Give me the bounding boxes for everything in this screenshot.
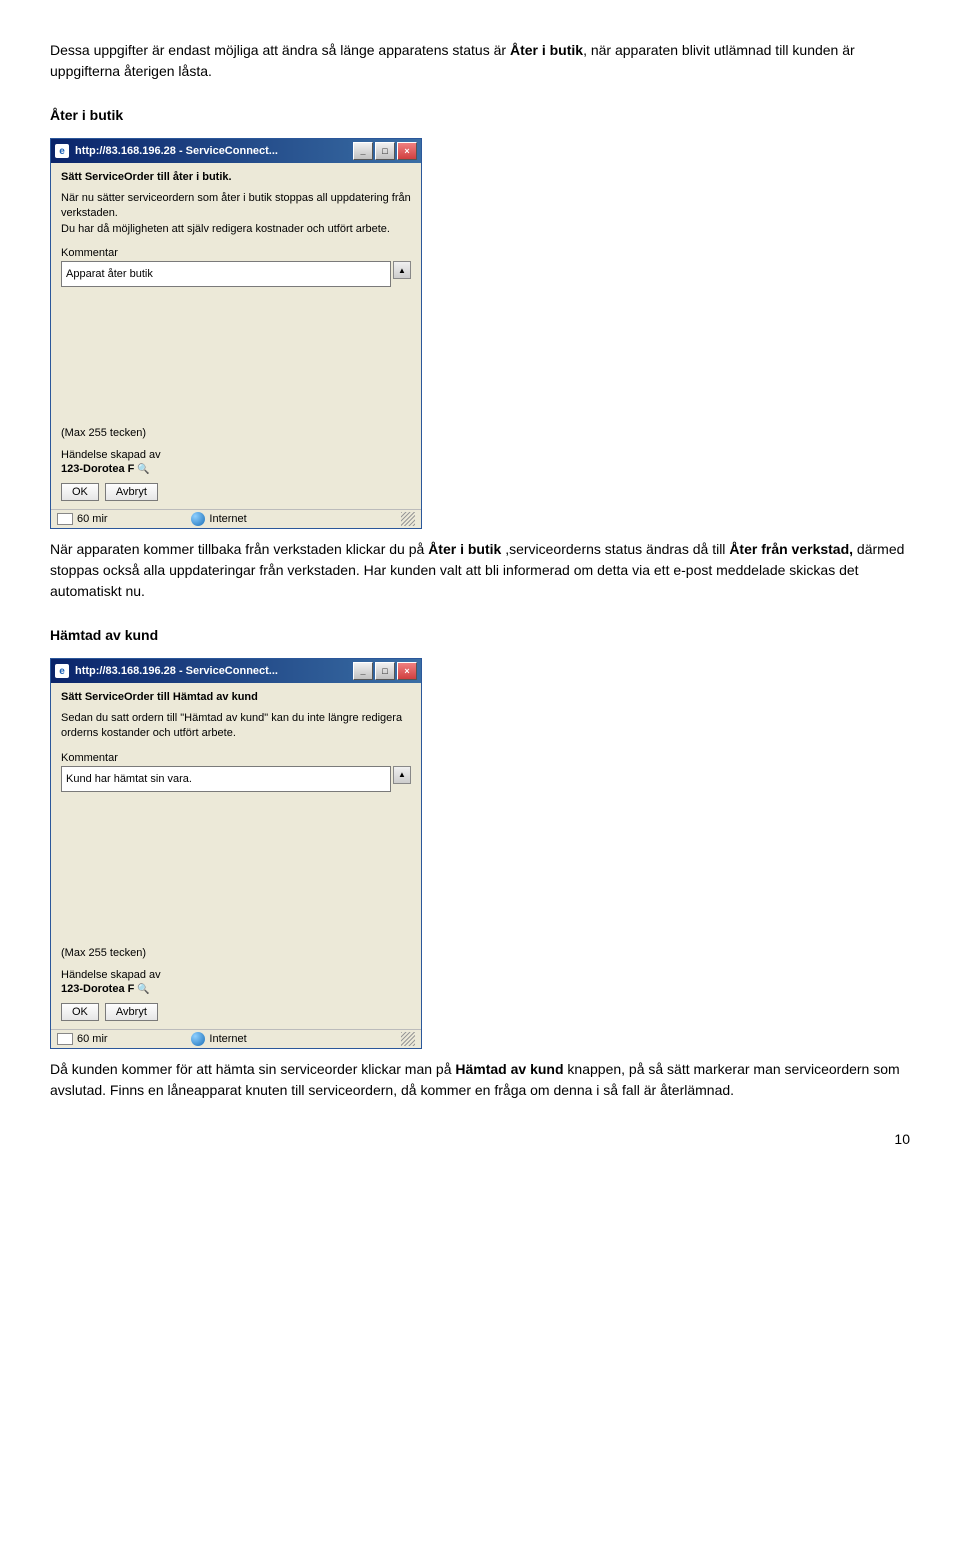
ok-button[interactable]: OK bbox=[61, 483, 99, 501]
para-after-dialog2: Då kunden kommer för att hämta sin servi… bbox=[50, 1059, 910, 1101]
dialog-hamtad-av-kund: e http://83.168.196.28 - ServiceConnect.… bbox=[50, 658, 422, 1049]
maximize-button[interactable]: □ bbox=[375, 142, 395, 160]
bold-ater-i-butik: Åter i butik bbox=[428, 541, 501, 557]
status-center-text: Internet bbox=[209, 1033, 246, 1045]
created-by-name: 123-Dorotea F 🔍 bbox=[61, 983, 411, 995]
dialog-desc-line1: Sedan du satt ordern till "Hämtad av kun… bbox=[61, 711, 411, 742]
bold-ater-fran-verkstad: Åter från verkstad, bbox=[729, 541, 853, 557]
page-icon bbox=[57, 1033, 73, 1045]
created-by-label: Händelse skapad av bbox=[61, 449, 411, 461]
resize-grip-icon[interactable] bbox=[401, 512, 415, 526]
dialog-desc: När nu sätter serviceordern som åter i b… bbox=[61, 191, 411, 237]
statusbar: 60 mir Internet bbox=[51, 509, 421, 528]
bold-hamtad-av-kund: Hämtad av kund bbox=[455, 1061, 563, 1077]
dialog-desc-line2: Du har då möjligheten att själv redigera… bbox=[61, 222, 411, 237]
kommentar-input[interactable] bbox=[61, 766, 391, 792]
titlebar-text: http://83.168.196.28 - ServiceConnect... bbox=[75, 145, 353, 157]
scroll-up-icon[interactable]: ▲ bbox=[393, 766, 411, 784]
section-title-hamtad: Hämtad av kund bbox=[50, 627, 910, 643]
magnifier-icon[interactable]: 🔍 bbox=[137, 464, 149, 475]
created-by-label: Händelse skapad av bbox=[61, 969, 411, 981]
close-button[interactable]: × bbox=[397, 142, 417, 160]
intro-text: Dessa uppgifter är endast möjliga att än… bbox=[50, 42, 510, 58]
section-title-ater: Åter i butik bbox=[50, 107, 910, 123]
intro-bold: Åter i butik bbox=[510, 42, 583, 58]
dialog-heading: Sätt ServiceOrder till Hämtad av kund bbox=[61, 691, 411, 703]
minimize-button[interactable]: _ bbox=[353, 142, 373, 160]
intro-paragraph: Dessa uppgifter är endast möjliga att än… bbox=[50, 40, 910, 82]
magnifier-icon[interactable]: 🔍 bbox=[137, 984, 149, 995]
titlebar: e http://83.168.196.28 - ServiceConnect.… bbox=[51, 659, 421, 683]
close-button[interactable]: × bbox=[397, 662, 417, 680]
dialog-desc-line1: När nu sätter serviceordern som åter i b… bbox=[61, 191, 411, 222]
status-left-text: 60 mir bbox=[77, 1033, 108, 1045]
dialog-heading: Sätt ServiceOrder till åter i butik. bbox=[61, 171, 411, 183]
globe-icon bbox=[191, 1032, 205, 1046]
titlebar-text: http://83.168.196.28 - ServiceConnect... bbox=[75, 665, 353, 677]
scroll-up-icon[interactable]: ▲ bbox=[393, 261, 411, 279]
statusbar: 60 mir Internet bbox=[51, 1029, 421, 1048]
max-chars-label: (Max 255 tecken) bbox=[61, 427, 411, 439]
status-left-text: 60 mir bbox=[77, 513, 108, 525]
ie-icon: e bbox=[55, 664, 69, 678]
cancel-button[interactable]: Avbryt bbox=[105, 1003, 158, 1021]
dialog-desc: Sedan du satt ordern till "Hämtad av kun… bbox=[61, 711, 411, 742]
ok-button[interactable]: OK bbox=[61, 1003, 99, 1021]
minimize-button[interactable]: _ bbox=[353, 662, 373, 680]
status-center-text: Internet bbox=[209, 513, 246, 525]
page-icon bbox=[57, 513, 73, 525]
globe-icon bbox=[191, 512, 205, 526]
titlebar: e http://83.168.196.28 - ServiceConnect.… bbox=[51, 139, 421, 163]
dialog-ater-i-butik: e http://83.168.196.28 - ServiceConnect.… bbox=[50, 138, 422, 529]
kommentar-input[interactable] bbox=[61, 261, 391, 287]
kommentar-label: Kommentar bbox=[61, 752, 411, 764]
ie-icon: e bbox=[55, 144, 69, 158]
max-chars-label: (Max 255 tecken) bbox=[61, 947, 411, 959]
para-after-dialog1: När apparaten kommer tillbaka från verks… bbox=[50, 539, 910, 602]
kommentar-label: Kommentar bbox=[61, 247, 411, 259]
created-by-name: 123-Dorotea F 🔍 bbox=[61, 463, 411, 475]
page-number: 10 bbox=[50, 1131, 910, 1147]
cancel-button[interactable]: Avbryt bbox=[105, 483, 158, 501]
resize-grip-icon[interactable] bbox=[401, 1032, 415, 1046]
maximize-button[interactable]: □ bbox=[375, 662, 395, 680]
